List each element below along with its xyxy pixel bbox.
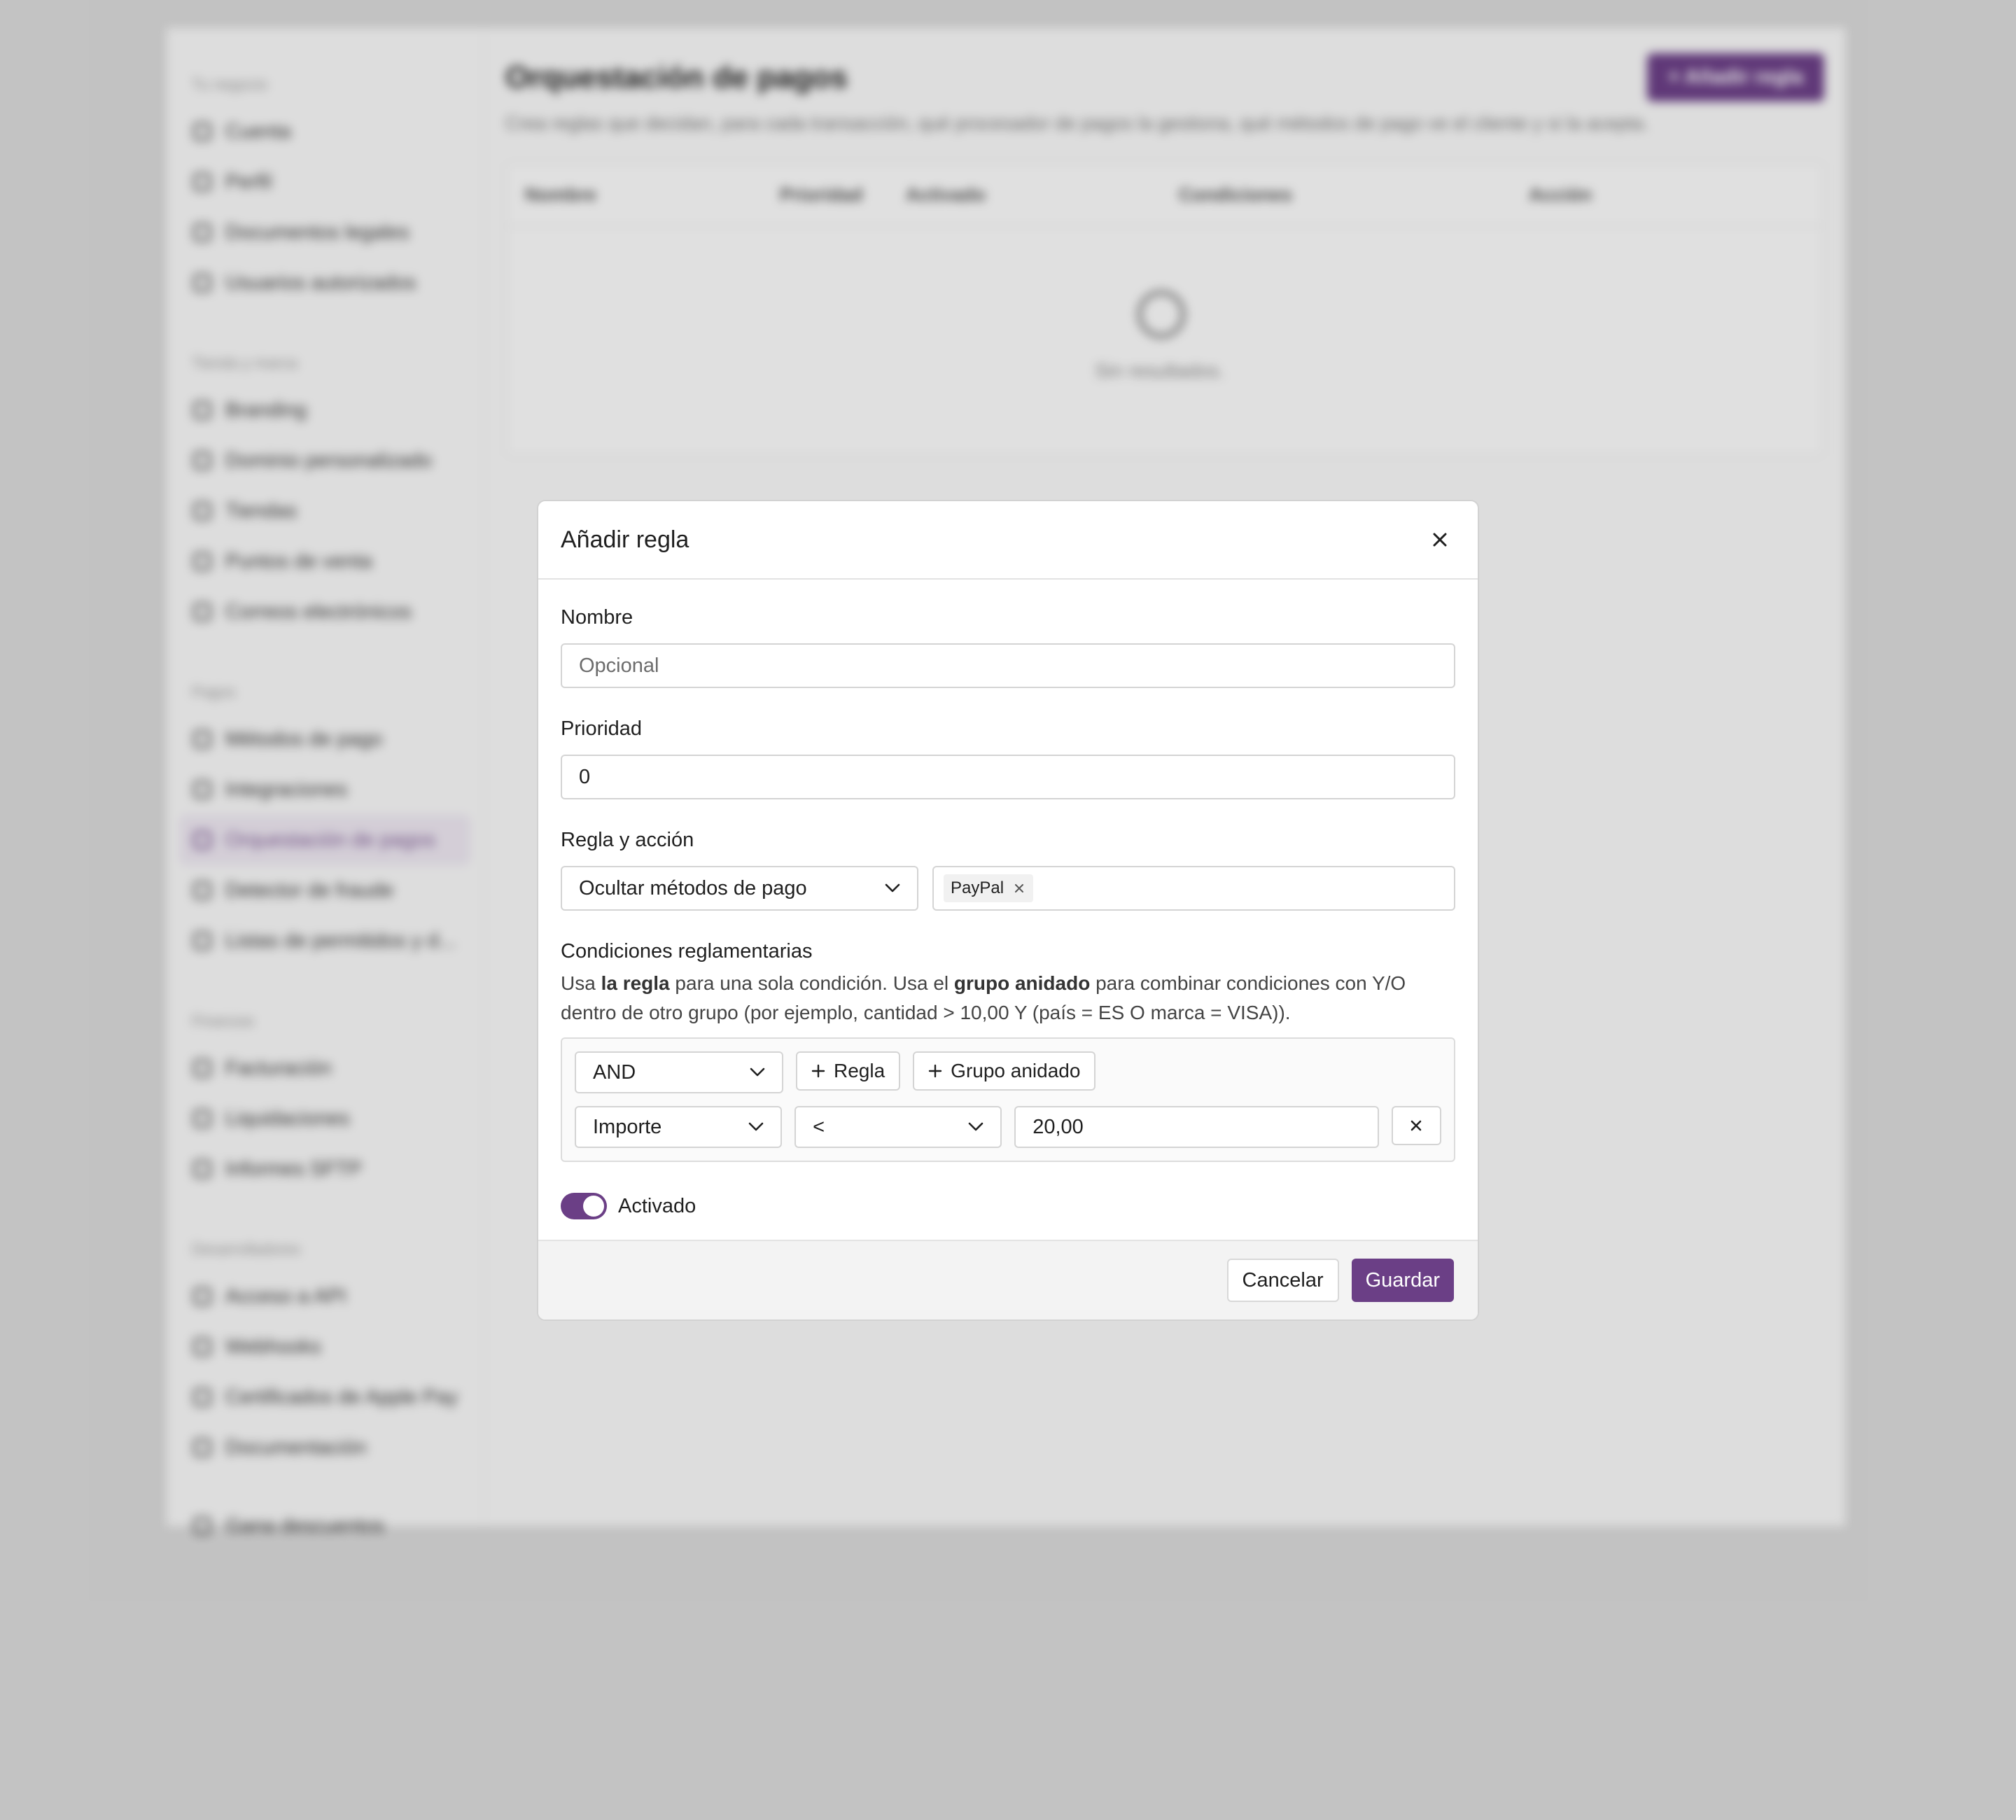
close-button[interactable]	[1424, 524, 1455, 555]
priority-input[interactable]	[561, 755, 1455, 799]
payment-method-chip: PayPal	[944, 874, 1034, 902]
chevron-down-icon	[750, 1068, 765, 1077]
dialog-title: Añadir regla	[561, 526, 690, 553]
plus-icon	[811, 1064, 825, 1078]
chip-label: PayPal	[951, 878, 1004, 897]
conditions-label: Condiciones reglamentarias	[561, 940, 813, 962]
toggle-knob	[583, 1196, 604, 1217]
chevron-down-icon	[968, 1122, 983, 1131]
close-icon	[1433, 533, 1447, 547]
logic-operator-select[interactable]: AND	[575, 1051, 783, 1093]
enabled-toggle-row: Activado	[561, 1193, 1455, 1219]
add-rule-condition-button[interactable]: Regla	[796, 1051, 901, 1091]
name-input[interactable]	[561, 643, 1455, 688]
chevron-down-icon	[885, 883, 900, 892]
name-label: Nombre	[561, 606, 634, 629]
dialog-footer: Cancelar Guardar	[538, 1240, 1478, 1320]
cancel-button[interactable]: Cancelar	[1226, 1259, 1339, 1302]
condition-field-value: Importe	[593, 1115, 662, 1138]
plus-icon	[928, 1064, 942, 1078]
rule-action-label: Regla y acción	[561, 829, 694, 851]
conditions-help-text: Usa la regla para una sola condición. Us…	[561, 972, 1406, 1023]
add-rule-dialog: Añadir regla Nombre Prioridad Regla y ac…	[537, 500, 1479, 1321]
remove-chip-icon[interactable]	[1014, 883, 1025, 894]
conditions-builder: AND Regla Grupo anidado Importe < 20,00	[561, 1037, 1455, 1162]
enabled-toggle[interactable]	[561, 1193, 607, 1219]
chevron-down-icon	[748, 1122, 764, 1131]
enabled-label: Activado	[618, 1194, 696, 1217]
close-icon	[1410, 1120, 1422, 1131]
priority-label: Prioridad	[561, 718, 643, 740]
logic-operator-value: AND	[593, 1060, 636, 1084]
dialog-header: Añadir regla	[538, 501, 1478, 580]
add-nested-group-button[interactable]: Grupo anidado	[913, 1051, 1096, 1091]
remove-condition-button[interactable]	[1391, 1106, 1441, 1145]
condition-field-select[interactable]: Importe	[575, 1106, 783, 1148]
condition-value-input[interactable]	[1014, 1106, 1379, 1148]
condition-operator-value: <	[813, 1115, 825, 1138]
payment-methods-multiselect[interactable]: PayPal	[932, 866, 1455, 911]
save-button[interactable]: Guardar	[1351, 1259, 1454, 1302]
condition-operator-select[interactable]: <	[794, 1106, 1002, 1148]
action-select[interactable]: Ocultar métodos de pago	[561, 866, 918, 911]
dialog-body: Nombre Prioridad Regla y acción Ocultar …	[538, 580, 1478, 1219]
action-select-value: Ocultar métodos de pago	[579, 876, 807, 899]
